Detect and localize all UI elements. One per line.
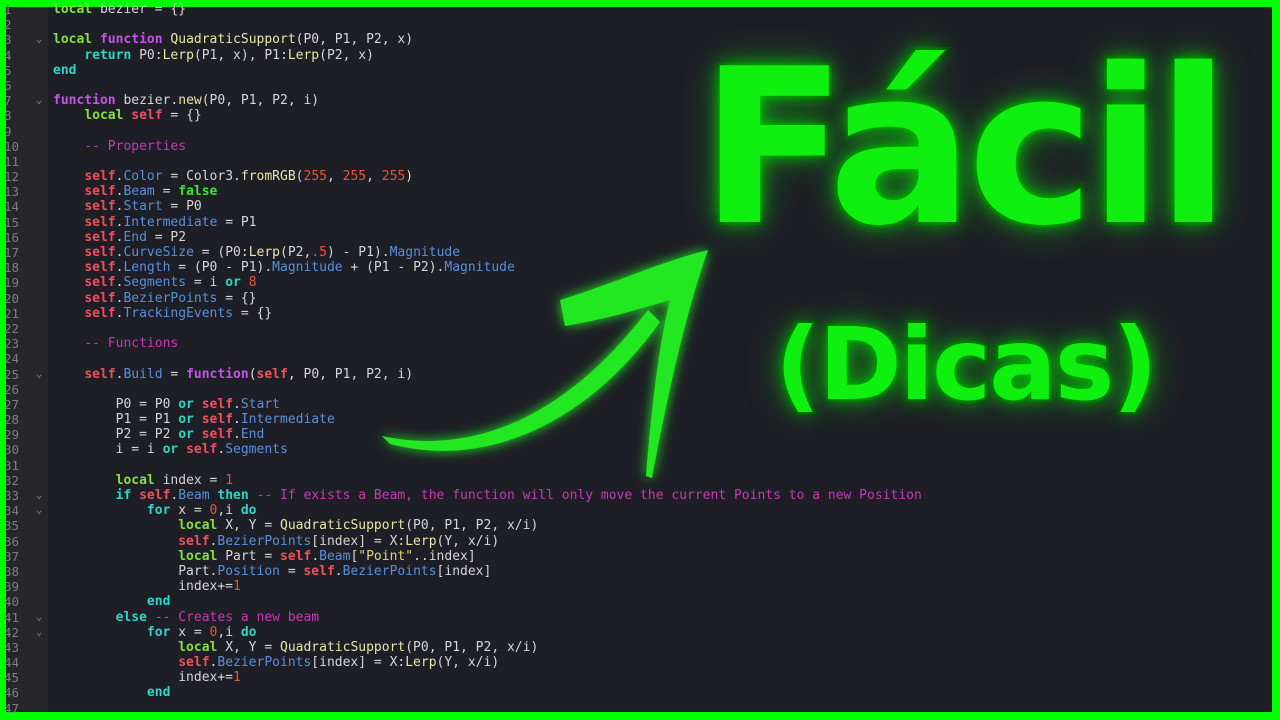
thumbnail-title: Fácil xyxy=(697,22,1233,273)
thumbnail-subtitle: (Dicas) xyxy=(772,306,1161,423)
